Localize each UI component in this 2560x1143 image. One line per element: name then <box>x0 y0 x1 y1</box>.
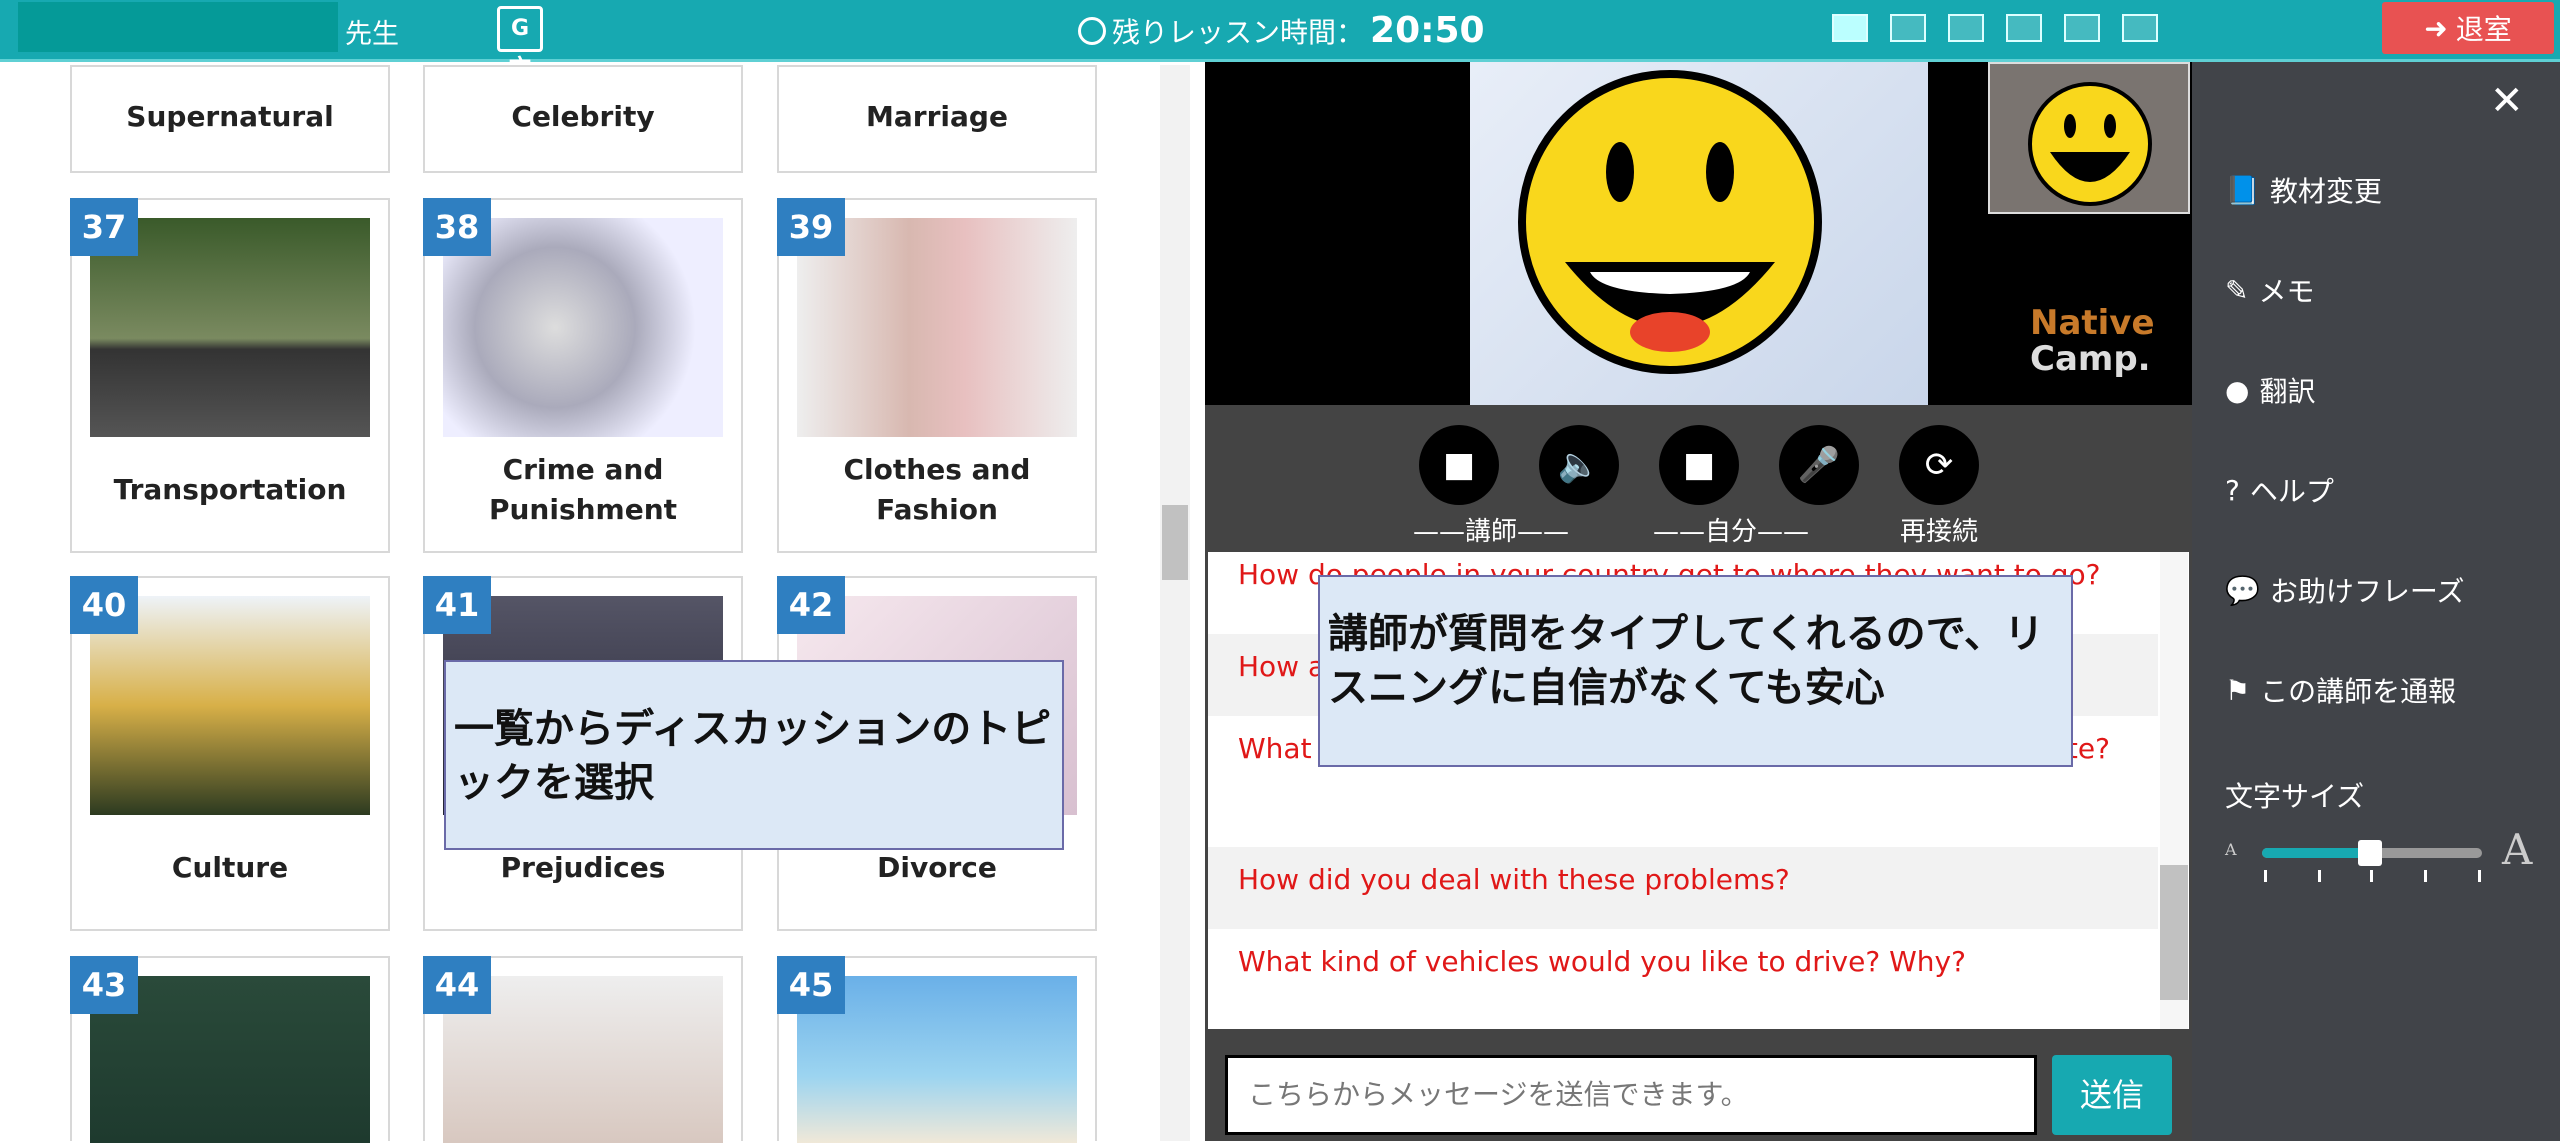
topic-number-badge: 45 <box>777 956 845 1014</box>
self-video <box>1988 62 2190 214</box>
self-mic-button[interactable]: 🎤 <box>1779 425 1859 505</box>
chat-message: What kind of vehicles would you like to … <box>1208 929 2158 1011</box>
slider-tick <box>2478 870 2481 882</box>
sidebar-item-label: 教材変更 <box>2269 175 2382 208</box>
topic-label: Prejudices <box>500 851 666 884</box>
sidebar-item-label: お助けフレーズ <box>2269 575 2465 608</box>
sidebar-item-translate[interactable]: ● 翻訳 <box>2225 370 2315 410</box>
topic-list: Supernatural Celebrity Marriage 37 Transport… <box>0 65 1160 1143</box>
slider-tick <box>2318 870 2321 882</box>
callout-topic-select: 一覧からディスカッションのトピックを選択 <box>444 660 1064 850</box>
large-a-label: A <box>2502 825 2533 874</box>
layout-6-icon[interactable] <box>2122 14 2158 42</box>
layout-switcher <box>1832 14 2158 42</box>
translate-icon[interactable]: G文 <box>497 6 543 81</box>
topic-card[interactable]: Celebrity <box>423 65 743 173</box>
topic-label: Divorce <box>877 851 997 884</box>
sidebar-item-label: この講師を通報 <box>2260 675 2457 708</box>
slider-tick <box>2370 870 2373 882</box>
slider-tick <box>2424 870 2427 882</box>
topic-number-badge: 42 <box>777 576 845 634</box>
flag-icon: ⚑ <box>2225 673 2251 707</box>
teacher-video <box>1470 62 1928 405</box>
topic-number-badge: 37 <box>70 198 138 256</box>
layout-4-icon[interactable] <box>2006 14 2042 42</box>
topic-number-badge: 39 <box>777 198 845 256</box>
topic-label: Culture <box>171 851 289 884</box>
topic-label: Crime and Punishment <box>488 453 678 526</box>
speech-bubble-icon: 💬 <box>2225 573 2260 607</box>
question-icon: ? <box>2225 473 2240 507</box>
topic-number-badge: 38 <box>423 198 491 256</box>
close-icon[interactable]: ✕ <box>2490 78 2524 124</box>
topic-label: Celebrity <box>511 100 655 133</box>
topic-card[interactable]: Marriage <box>777 65 1097 173</box>
topic-card[interactable]: 39 Clothes and Fashion <box>777 198 1097 553</box>
self-controls-label: ——自分—— <box>1653 517 1810 547</box>
send-button[interactable]: 送信 <box>2052 1055 2172 1135</box>
callout-typed-questions: 講師が質問をタイプしてくれるので、リスニングに自信がなくても安心 <box>1318 575 2073 767</box>
layout-5-icon[interactable] <box>2064 14 2100 42</box>
book-icon: 📘 <box>2225 173 2260 207</box>
topic-number-badge: 40 <box>70 576 138 634</box>
topic-card[interactable]: 45 <box>777 956 1097 1143</box>
layout-1-icon[interactable] <box>1832 14 1868 42</box>
teacher-suffix: 先生 <box>345 19 399 50</box>
sidebar-item-label: 翻訳 <box>2259 375 2316 408</box>
slider-tick <box>2264 870 2267 882</box>
teacher-name-redacted <box>18 2 338 52</box>
teacher-controls-label: ——講師—— <box>1413 517 1570 547</box>
sidebar-item-memo[interactable]: ✎ メモ <box>2225 270 2314 310</box>
sidebar-item-helpful-phrases[interactable]: 💬 お助けフレーズ <box>2225 570 2464 610</box>
clock-icon <box>1078 16 1106 45</box>
sidebar-item-label: ヘルプ <box>2249 475 2334 508</box>
reconnect-label: 再接続 <box>1900 517 1979 547</box>
topic-card[interactable]: 43 <box>70 956 390 1143</box>
topic-label: Clothes and Fashion <box>843 453 1031 526</box>
timer-label: 残りレッスン時間： <box>1112 15 1365 49</box>
topic-label: Supernatural <box>126 100 334 133</box>
topic-number-badge: 44 <box>423 956 491 1014</box>
remaining-time: 残りレッスン時間： 20:50 <box>1078 10 1485 51</box>
topic-list-scroll-thumb[interactable] <box>1162 505 1188 580</box>
timer-value: 20:50 <box>1370 10 1485 51</box>
sidebar-item-report-teacher[interactable]: ⚑ この講師を通報 <box>2225 670 2456 710</box>
sidebar-item-help[interactable]: ? ヘルプ <box>2225 470 2334 510</box>
topic-label: Marriage <box>866 100 1008 133</box>
font-size-slider-fill <box>2262 848 2370 858</box>
layout-2-icon[interactable] <box>1890 14 1926 42</box>
smiley-face-icon <box>1518 70 1822 374</box>
teacher-speaker-button[interactable]: 🔈 <box>1539 425 1619 505</box>
chat-scroll-thumb[interactable] <box>2160 865 2188 1000</box>
exit-icon: ➜ <box>2424 11 2448 45</box>
topic-list-scrollbar[interactable] <box>1160 65 1190 1141</box>
topic-number-badge: 43 <box>70 956 138 1014</box>
exit-label: 退室 <box>2455 13 2512 46</box>
sidebar-item-change-material[interactable]: 📘 教材変更 <box>2225 170 2382 210</box>
sidebar-item-label: メモ <box>2258 275 2315 308</box>
top-bar: 先生 G文 残りレッスン時間：20:50 ➜退室 <box>0 0 2560 81</box>
topic-card[interactable]: 44 <box>423 956 743 1143</box>
smiley-face-icon <box>2028 82 2152 206</box>
topic-card[interactable]: 38 Crime and Punishment <box>423 198 743 553</box>
globe-icon: ● <box>2225 373 2250 407</box>
self-camera-button[interactable]: ■ <box>1659 425 1739 505</box>
edit-icon: ✎ <box>2225 273 2249 307</box>
topic-card[interactable]: 40 Culture <box>70 576 390 931</box>
native-camp-logo: Native Camp. <box>2030 303 2155 379</box>
topic-label: Transportation <box>113 473 347 506</box>
topic-card[interactable]: 37 Transportation <box>70 198 390 553</box>
video-controls: ■ 🔈 ■ 🎤 ⟳ ——講師—— ——自分—— 再接続 <box>1205 405 2192 549</box>
message-input[interactable]: こちらからメッセージを送信できます。 <box>1225 1055 2037 1135</box>
teacher-camera-button[interactable]: ■ <box>1419 425 1499 505</box>
font-size-slider-handle[interactable] <box>2358 840 2382 866</box>
reconnect-button[interactable]: ⟳ <box>1899 425 1979 505</box>
exit-button[interactable]: ➜ 退室 <box>2382 2 2554 54</box>
layout-3-icon[interactable] <box>1948 14 1984 42</box>
font-size-label: 文字サイズ <box>2225 780 2365 813</box>
topic-card[interactable]: Supernatural <box>70 65 390 173</box>
small-a-label: A <box>2225 840 2237 859</box>
chat-message: How did you deal with these problems? <box>1208 847 2158 929</box>
topic-number-badge: 41 <box>423 576 491 634</box>
